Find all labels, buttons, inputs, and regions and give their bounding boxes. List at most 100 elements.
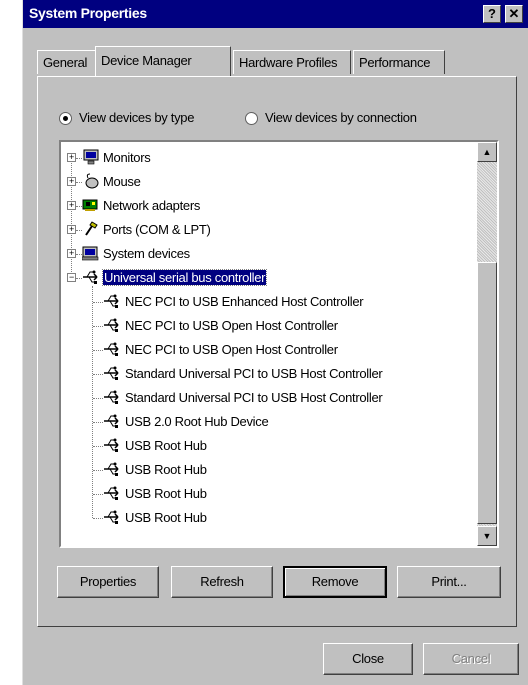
tree-item-label: NEC PCI to USB Enhanced Host Controller: [125, 294, 364, 309]
tree-item-device[interactable]: USB Root Hub: [61, 460, 461, 480]
expand-icon[interactable]: +: [67, 153, 76, 162]
tree-connector: [93, 422, 103, 423]
tree-item-label: Monitors: [103, 150, 151, 165]
expand-icon[interactable]: +: [67, 225, 76, 234]
tree-connector: [93, 350, 103, 351]
print-button[interactable]: Print...: [397, 566, 501, 598]
tree-item-label: Network adapters: [103, 198, 201, 213]
scroll-down-button[interactable]: ▼: [477, 526, 497, 546]
network-adapter-icon: [82, 197, 100, 213]
tree-connector: [93, 518, 103, 519]
expand-icon[interactable]: +: [67, 201, 76, 210]
tree-item-device[interactable]: USB 2.0 Root Hub Device: [61, 412, 461, 432]
usb-icon: [103, 485, 121, 501]
tree-item-label: USB Root Hub: [125, 510, 207, 525]
button-label: Close: [352, 651, 384, 666]
tab-label: Device Manager: [101, 53, 192, 68]
tree-item-label: USB Root Hub: [125, 438, 207, 453]
usb-icon: [103, 389, 121, 405]
tab-hardware-profiles[interactable]: Hardware Profiles: [233, 50, 351, 74]
usb-icon: [103, 437, 121, 453]
tree-item-category[interactable]: + Network adapters: [61, 196, 461, 216]
help-button[interactable]: ?: [483, 5, 501, 23]
usb-icon: [103, 341, 121, 357]
tree-connector: [93, 398, 103, 399]
tree-item-device[interactable]: NEC PCI to USB Enhanced Host Controller: [61, 292, 461, 312]
device-tree-list: + Monitors + Mouse + Network adapters + Ports (…: [61, 142, 477, 546]
close-window-button[interactable]: ✕: [505, 5, 523, 23]
expand-icon[interactable]: +: [67, 249, 76, 258]
expand-icon[interactable]: +: [67, 177, 76, 186]
tree-connector: [93, 326, 103, 327]
tree-item-device[interactable]: USB Root Hub: [61, 484, 461, 504]
window-title: System Properties: [29, 5, 147, 21]
radio-label: View devices by type: [79, 110, 195, 125]
tree-item-label: Standard Universal PCI to USB Host Contr…: [125, 390, 383, 405]
button-label: Cancel: [451, 651, 491, 666]
refresh-button[interactable]: Refresh: [171, 566, 273, 598]
radio-dot: [63, 116, 68, 121]
usb-icon: [103, 293, 121, 309]
port-icon: [82, 221, 100, 237]
system-properties-dialog: System Properties ? ✕ General Device Man…: [22, 0, 528, 685]
tree-item-device[interactable]: USB Root Hub: [61, 436, 461, 456]
button-label: Refresh: [200, 574, 244, 589]
radio-indicator[interactable]: [59, 112, 72, 125]
properties-button[interactable]: Properties: [57, 566, 159, 598]
monitor-icon: [82, 149, 100, 165]
tree-item-label: USB Root Hub: [125, 486, 207, 501]
tree-item-label: NEC PCI to USB Open Host Controller: [125, 318, 338, 333]
scroll-up-button[interactable]: ▲: [477, 142, 497, 162]
tree-item-device[interactable]: Standard Universal PCI to USB Host Contr…: [61, 364, 461, 384]
system-devices-icon: [81, 245, 100, 261]
tree-item-category[interactable]: + System devices: [61, 244, 461, 264]
tree-item-category[interactable]: + Ports (COM & LPT): [61, 220, 461, 240]
button-label: Print...: [431, 574, 467, 589]
tree-item-label: Universal serial bus controller: [101, 269, 268, 286]
tree-item-device[interactable]: Standard Universal PCI to USB Host Contr…: [61, 388, 461, 408]
tree-connector: [93, 374, 103, 375]
cancel-button[interactable]: Cancel: [423, 643, 519, 675]
close-button[interactable]: Close: [323, 643, 413, 675]
tab-performance[interactable]: Performance: [353, 50, 445, 74]
mouse-icon: [82, 173, 100, 189]
tree-item-device[interactable]: NEC PCI to USB Open Host Controller: [61, 340, 461, 360]
tree-item-category[interactable]: − Universal serial bus controller: [61, 268, 461, 288]
radio-label: View devices by connection: [265, 110, 417, 125]
tree-item-label: USB Root Hub: [125, 462, 207, 477]
close-icon: ✕: [508, 6, 520, 21]
tree-item-label: Ports (COM & LPT): [103, 222, 211, 237]
usb-icon: [103, 365, 121, 381]
tab-label: General: [43, 55, 88, 70]
title-bar[interactable]: System Properties ? ✕: [23, 0, 528, 28]
usb-icon: [103, 461, 121, 477]
usb-icon: [82, 269, 100, 285]
scroll-thumb[interactable]: [477, 262, 497, 524]
button-label: Properties: [79, 574, 137, 589]
vertical-scrollbar[interactable]: ▲ ▼: [477, 142, 497, 546]
tree-connector: [93, 494, 103, 495]
tree-connector: [93, 470, 103, 471]
tree-item-device[interactable]: USB Root Hub: [61, 508, 461, 528]
tree-item-category[interactable]: + Monitors: [61, 148, 461, 168]
tab-label: Performance: [359, 55, 431, 70]
tree-item-label: System devices: [103, 246, 190, 261]
remove-button[interactable]: Remove: [283, 566, 387, 598]
tree-connector: [93, 302, 103, 303]
usb-icon: [103, 413, 121, 429]
radio-indicator[interactable]: [245, 112, 258, 125]
tab-general[interactable]: General: [37, 50, 97, 74]
usb-icon: [103, 509, 121, 525]
button-label: Remove: [311, 574, 359, 589]
tab-label: Hardware Profiles: [239, 55, 338, 70]
tree-item-label: Standard Universal PCI to USB Host Contr…: [125, 366, 383, 381]
help-icon: ?: [488, 6, 496, 21]
tree-item-label: NEC PCI to USB Open Host Controller: [125, 342, 338, 357]
tree-item-device[interactable]: NEC PCI to USB Open Host Controller: [61, 316, 461, 336]
tab-device-manager[interactable]: Device Manager: [95, 46, 231, 76]
tree-connector: [93, 446, 103, 447]
tree-item-label: USB 2.0 Root Hub Device: [125, 414, 269, 429]
device-tree[interactable]: + Monitors + Mouse + Network adapters + Ports (…: [59, 140, 499, 548]
collapse-icon[interactable]: −: [67, 273, 76, 282]
tree-item-category[interactable]: + Mouse: [61, 172, 461, 192]
